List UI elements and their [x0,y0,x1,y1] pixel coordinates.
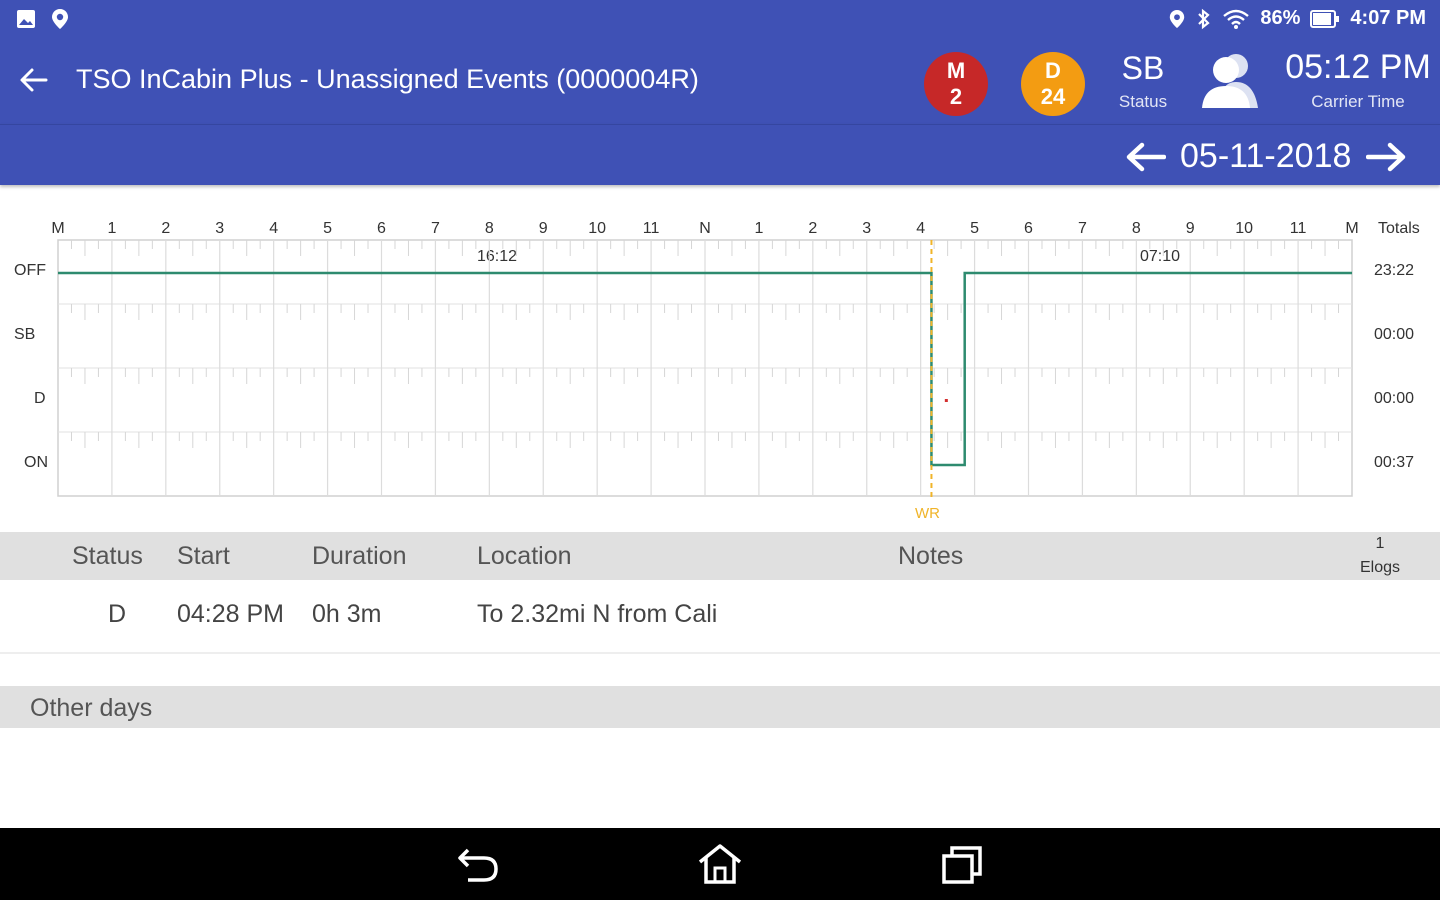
nav-back-icon[interactable] [454,842,502,886]
page-title: TSO InCabin Plus - Unassigned Events (00… [76,64,699,94]
duty-status-code[interactable]: SB [1110,50,1176,87]
malfunction-badge[interactable]: M 2 [924,52,988,116]
back-arrow-icon[interactable] [16,62,52,98]
column-start: Start [177,542,230,570]
bluetooth-icon [1198,8,1211,29]
duty-status-caption: Status [1118,92,1168,111]
table-row[interactable]: D 04:28 PM 0h 3m To 2.32mi N from Cali [0,580,1440,654]
cell-duration: 0h 3m [312,600,382,628]
system-time: 4:07 PM [1350,7,1426,29]
column-notes: Notes [898,542,964,570]
chart-grid [57,239,1353,500]
driving-event-dot [944,399,948,402]
diagnostic-badge[interactable]: D 24 [1021,52,1085,116]
log-date: 05-11-2018 [1180,137,1352,175]
user-avatar-icon[interactable] [1198,50,1262,110]
badge-letter: D [1045,58,1061,83]
other-days-label: Other days [30,694,153,722]
events-table-header: Status Start Duration Location Notes 1 E… [0,532,1440,580]
previous-day-arrow-icon[interactable] [1124,141,1166,173]
location-pin-icon [52,9,68,29]
column-location: Location [477,542,572,570]
column-status: Status [72,542,143,570]
elogs-count: 1 [1375,535,1385,552]
badge-letter: M [946,58,966,83]
hos-log-chart: M 1 2 3 4 5 6 7 8 9 10 11 N 1 2 3 4 5 6 7 8 9 10 11 M Totals OFF… [0,200,1440,530]
cell-location: To 2.32mi N from Cali [477,600,718,628]
elogs-label: Elogs [1359,559,1401,576]
nav-home-icon[interactable] [696,842,744,886]
wr-marker-label: WR [915,505,940,522]
image-icon [17,10,35,28]
carrier-clock: 05:12 PM [1285,48,1431,86]
status-bar-right: 86% 4:07 PM [1168,7,1426,30]
location-pin-icon [1170,9,1185,28]
badge-count: 24 [1040,84,1066,109]
carrier-clock-caption: Carrier Time [1311,92,1405,111]
other-days-section[interactable]: Other days [0,686,1440,728]
column-duration: Duration [312,542,407,570]
nav-recents-icon[interactable] [938,842,986,886]
android-nav-bar [0,828,1440,900]
status-bar-left [16,8,70,30]
battery-icon [1310,9,1340,28]
cell-start: 04:28 PM [177,600,285,628]
cell-status: D [108,600,127,628]
date-navigation-bar: 05-11-2018 [0,124,1440,185]
app-bar: TSO InCabin Plus - Unassigned Events (00… [0,40,1440,124]
status-bar: 86% 4:07 PM [0,0,1440,40]
badge-count: 2 [949,84,963,109]
wifi-icon [1223,9,1250,29]
battery-percent: 86% [1260,7,1301,29]
next-day-arrow-icon[interactable] [1366,141,1408,173]
